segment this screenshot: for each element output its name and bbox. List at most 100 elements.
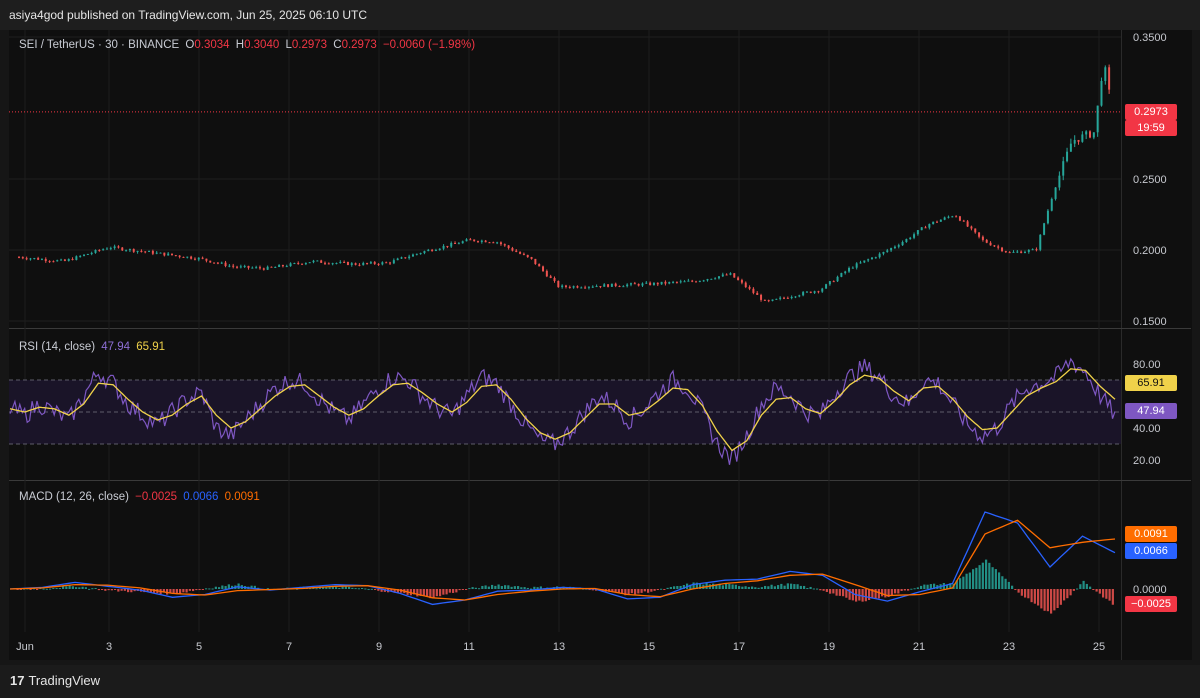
candle-body <box>561 285 564 288</box>
candle-body <box>121 247 124 251</box>
macd-histogram-bar <box>179 589 182 594</box>
candle-body <box>354 263 357 265</box>
macd-histogram-bar <box>364 588 367 590</box>
macd-histogram-bar <box>829 589 832 594</box>
candle-body <box>297 263 300 265</box>
candle-body <box>247 265 250 268</box>
last-price-tag: 0.2973 <box>1125 104 1177 120</box>
candle-body <box>981 236 984 240</box>
candle-body <box>151 250 154 254</box>
candle-body <box>182 256 185 258</box>
macd-histogram-bar <box>533 586 536 589</box>
rsi-legend: RSI (14, close) 47.94 65.91 <box>19 341 168 353</box>
time-tick-label: 3 <box>106 641 112 653</box>
macd-histogram-bar <box>926 584 929 589</box>
candle-body <box>281 265 284 267</box>
macd-histogram-bar <box>1033 589 1036 604</box>
macd-histogram-bar <box>972 569 975 589</box>
candle-body <box>350 263 353 265</box>
candle-body <box>366 262 369 264</box>
macd-histogram-bar <box>988 562 991 589</box>
candle-body <box>614 283 617 286</box>
macd-histogram-bar <box>669 586 672 589</box>
price-tick-label: 0.2500 <box>1133 174 1167 186</box>
candle-body <box>1001 247 1004 252</box>
tradingview-logo[interactable]: 17 TradingView <box>10 673 100 688</box>
candle-body <box>335 262 338 264</box>
symbol-label[interactable]: SEI / TetherUS · 30 · BINANCE <box>19 39 179 51</box>
candle-body <box>526 254 529 258</box>
macd-histogram-bar <box>822 589 825 591</box>
macd-histogram-bar <box>968 572 971 589</box>
candle-body <box>943 217 946 220</box>
price-tick-label: 0.3500 <box>1133 32 1167 44</box>
candle-body <box>870 257 873 260</box>
macd-histogram-bar <box>448 589 451 593</box>
low-label: L <box>285 39 292 51</box>
candle-body <box>863 260 866 263</box>
macd-histogram-bar <box>335 587 338 589</box>
candle-body <box>243 265 246 267</box>
candle-body <box>633 283 636 285</box>
macd-histogram-bar <box>455 589 458 593</box>
candle-body <box>304 263 307 265</box>
candle-body <box>465 239 468 242</box>
macd-histogram-bar <box>634 589 637 595</box>
macd-histogram-bar <box>890 589 893 596</box>
macd-histogram-bar <box>666 587 669 589</box>
macd-histogram-bar <box>361 588 364 590</box>
candle-body <box>974 228 977 233</box>
macd-histogram-bar <box>351 587 354 589</box>
macd-histogram-bar <box>374 589 377 590</box>
candle-body <box>98 249 101 251</box>
candle-body <box>859 262 862 264</box>
candle-body <box>155 252 158 254</box>
macd-signal-tag: 0.0091 <box>1125 526 1177 542</box>
macd-name[interactable]: MACD (12, 26, close) <box>19 491 129 503</box>
candle-body <box>29 258 32 260</box>
macd-histogram-bar <box>712 583 715 589</box>
candle-body <box>519 251 522 254</box>
candle-body <box>932 221 935 225</box>
candle-body <box>404 257 407 259</box>
candle-body <box>205 258 208 261</box>
macd-histogram-bar <box>868 589 871 600</box>
rsi-tag: 47.94 <box>1125 403 1177 419</box>
rsi-name[interactable]: RSI (14, close) <box>19 341 95 353</box>
candle-body <box>729 273 732 275</box>
candle-body <box>60 259 63 261</box>
candle-body <box>725 274 728 276</box>
candle-body <box>656 282 659 285</box>
candle-body <box>1012 251 1015 253</box>
macd-histogram-bar <box>192 589 195 592</box>
macd-histogram-bar <box>796 584 799 589</box>
macd-histogram-bar <box>770 584 773 589</box>
candle-body <box>920 227 923 231</box>
candle-body <box>1104 67 1107 81</box>
candle-body <box>542 266 545 271</box>
candle-body <box>1085 131 1088 135</box>
candle-body <box>763 299 766 301</box>
candle-body <box>1096 105 1099 133</box>
candle-body <box>56 260 59 262</box>
candle-body <box>1023 251 1026 254</box>
candle-body <box>970 226 973 229</box>
candle-body <box>1058 175 1061 188</box>
macd-histogram-bar <box>185 589 188 593</box>
candle-body <box>324 262 326 264</box>
candle-body <box>890 248 893 251</box>
candle-body <box>664 281 667 284</box>
candle-body <box>1050 198 1053 211</box>
candle-body <box>610 283 613 287</box>
macd-histogram-bar <box>1098 589 1101 594</box>
candle-body <box>672 281 675 283</box>
candle-body <box>947 216 950 218</box>
candle-body <box>740 280 743 283</box>
candle-body <box>603 284 606 287</box>
macd-histogram-bar <box>88 588 91 590</box>
candle-body <box>1100 80 1103 106</box>
macd-histogram-bar <box>1076 588 1079 590</box>
candle-body <box>301 263 304 265</box>
candle-body <box>783 297 785 299</box>
macd-histogram-bar <box>1056 589 1059 609</box>
